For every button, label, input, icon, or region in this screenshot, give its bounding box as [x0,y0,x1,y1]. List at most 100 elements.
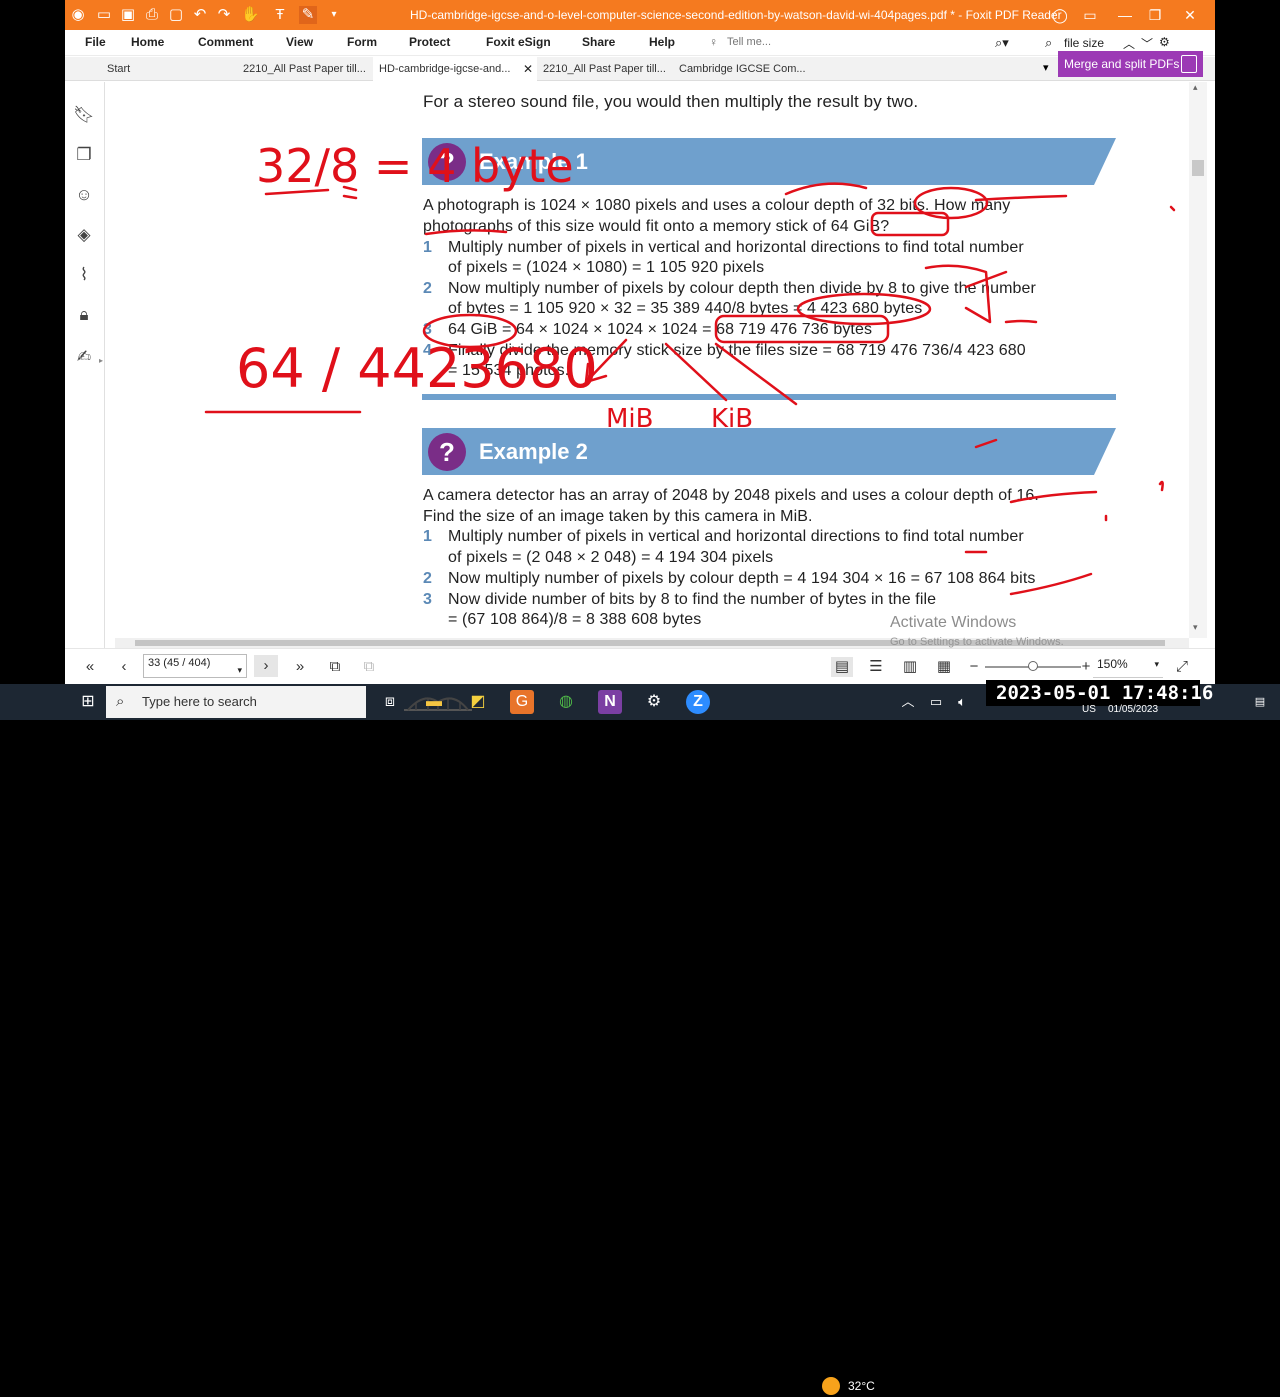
menu-share[interactable]: Share [582,35,615,49]
last-page-icon[interactable]: » [289,657,311,677]
next-view-icon[interactable]: ⧉ [358,657,380,677]
menu-comment[interactable]: Comment [198,35,253,49]
chrome-icon[interactable]: ◍ [554,690,578,714]
security-icon[interactable]: 🔒︎ [73,304,95,326]
restore-icon[interactable]: ❐ [1145,6,1165,24]
single-page-icon[interactable]: ▤ [831,657,853,677]
find-icon[interactable]: ⌕▾ [995,35,1009,51]
step-number: 4 [423,342,432,359]
typewriter-icon[interactable]: Ŧ [271,6,289,24]
menu-form[interactable]: Form [347,35,377,49]
ink-dot [1169,205,1176,212]
search-next-icon[interactable]: ﹀ [1141,35,1153,52]
continuous-facing-icon[interactable]: ▦ [933,657,955,677]
tab-close-icon[interactable]: ✕ [523,57,533,81]
foxit-logo-icon: ◉ [71,6,85,23]
example-1-header: ? Example 1 [422,138,1116,185]
close-icon[interactable]: ✕ [1180,6,1200,24]
menu-foxit-esign[interactable]: Foxit eSign [486,35,551,49]
zoom-app-icon[interactable]: Z [686,690,710,714]
file-explorer-icon[interactable]: ▬ [422,690,446,714]
merge-split-button[interactable]: Merge and split PDFs [1058,51,1203,77]
example-1-divider [422,394,1116,400]
document-view[interactable]: For a stereo sound file, you would then … [106,82,1189,638]
tray-expand-icon[interactable]: ︿ [896,690,920,714]
scroll-up-icon[interactable]: ▴ [1193,82,1198,93]
tab-list-dropdown-icon[interactable]: ▾ [1043,61,1049,74]
foxit-taskbar-icon[interactable]: G [510,690,534,714]
minimize-icon[interactable]: — [1115,6,1135,24]
scroll-down-icon[interactable]: ▾ [1193,622,1198,633]
customize-dropdown-icon[interactable]: ▾ [325,6,343,24]
zoom-slider[interactable] [985,661,1081,671]
account-icon[interactable]: ◯ [1050,6,1070,24]
step-number: 1 [423,528,432,545]
question-icon: ? [428,433,466,471]
redo-icon[interactable]: ↷ [215,6,233,24]
bookmark-icon[interactable]: 🔖︎ [73,104,95,126]
first-page-icon[interactable]: « [79,657,101,677]
menu-home[interactable]: Home [131,35,164,49]
onenote-icon[interactable]: N [598,690,622,714]
new-icon[interactable]: ▢ [167,6,185,24]
hand-tool-icon[interactable]: ✋ [241,6,260,24]
continuous-icon[interactable]: ☰ [865,657,887,677]
open-icon[interactable]: ▭ [95,6,113,24]
tray-language[interactable]: US [1082,704,1096,715]
highlight-icon[interactable]: ✎ [299,6,317,24]
zoom-dropdown-icon[interactable]: ▾ [1154,654,1159,674]
page-dropdown-icon[interactable]: ▾ [237,663,242,677]
zoom-slider-knob[interactable] [1028,661,1038,671]
tab-label: 2210_All Past Paper till... [543,63,666,75]
sticky-notes-icon[interactable]: ◩ [466,690,490,714]
undo-icon[interactable]: ↶ [191,6,209,24]
menu-view[interactable]: View [286,35,313,49]
expand-panel-icon[interactable]: ▸ [99,356,103,365]
facing-icon[interactable]: ▥ [899,657,921,677]
volume-icon[interactable]: 🔈︎ [950,690,974,714]
menu-file[interactable]: File [85,35,106,49]
network-icon[interactable]: ▭ [924,690,948,714]
tab-start[interactable]: Start [101,57,237,81]
vertical-scrollbar[interactable]: ▴ ▾ [1189,82,1207,638]
vertical-scroll-thumb[interactable] [1192,160,1204,176]
zoom-out-icon[interactable]: − [963,657,985,677]
ex1-step4-line2: = 15 534 photos. [448,362,570,379]
save-icon[interactable]: ▣ [119,6,137,24]
menu-protect[interactable]: Protect [409,35,450,49]
ink-dash [1004,319,1038,324]
tab-past-paper-1[interactable]: 2210_All Past Paper till... [237,57,373,81]
tab-past-paper-2[interactable]: 2210_All Past Paper till... [537,57,673,81]
tray-date[interactable]: 01/05/2023 [1108,704,1158,715]
ex2-step2-line1: Now multiply number of pixels by colour … [448,570,1036,587]
previous-page-icon[interactable]: ‹ [113,657,135,677]
zoom-level-select[interactable]: 150% ▾ [1093,654,1163,678]
previous-view-icon[interactable]: ⧉ [324,657,346,677]
header-corner [1094,138,1116,185]
fullscreen-icon[interactable]: ⤢ [1171,657,1193,677]
layers-icon[interactable]: ◈ [73,224,95,246]
notification-icon[interactable]: ▤ [1248,690,1272,714]
settings-icon[interactable]: ⚙ [642,690,666,714]
example-2-question-1: A camera detector has an array of 2048 b… [423,487,1039,504]
windows-start-icon[interactable]: ⊞ [76,690,100,714]
attachments-icon[interactable]: ⌇ [73,264,95,286]
ribbon-options-icon[interactable]: ▭ [1080,6,1100,24]
page-number-input[interactable]: 33 (45 / 404) ▾ [143,654,247,678]
tab-cambridge-igcse[interactable]: Cambridge IGCSE Com... [673,57,809,81]
search-settings-icon[interactable]: ⚙ [1159,35,1170,49]
task-view-icon[interactable]: ⧈ [378,690,402,714]
weather-widget[interactable]: 32°C [822,1375,875,1397]
menu-help[interactable]: Help [649,35,675,49]
print-icon[interactable]: ⎙ [143,6,161,24]
comments-icon[interactable]: ☺ [73,184,95,206]
tell-me-box[interactable]: ♀ Tell me... [705,33,785,52]
tab-hd-cambridge[interactable]: HD-cambridge-igcse-and... ✕ [373,57,537,81]
taskbar-search-box[interactable]: ⌕ Type here to search [106,686,472,718]
step-number: 3 [423,321,432,338]
signatures-icon[interactable]: ✍ [73,346,95,368]
next-page-icon[interactable]: › [254,655,278,677]
search-prev-icon[interactable]: ︿ [1123,35,1135,52]
pages-icon[interactable]: ❐ [73,144,95,166]
zoom-level-value: 150% [1097,657,1128,671]
